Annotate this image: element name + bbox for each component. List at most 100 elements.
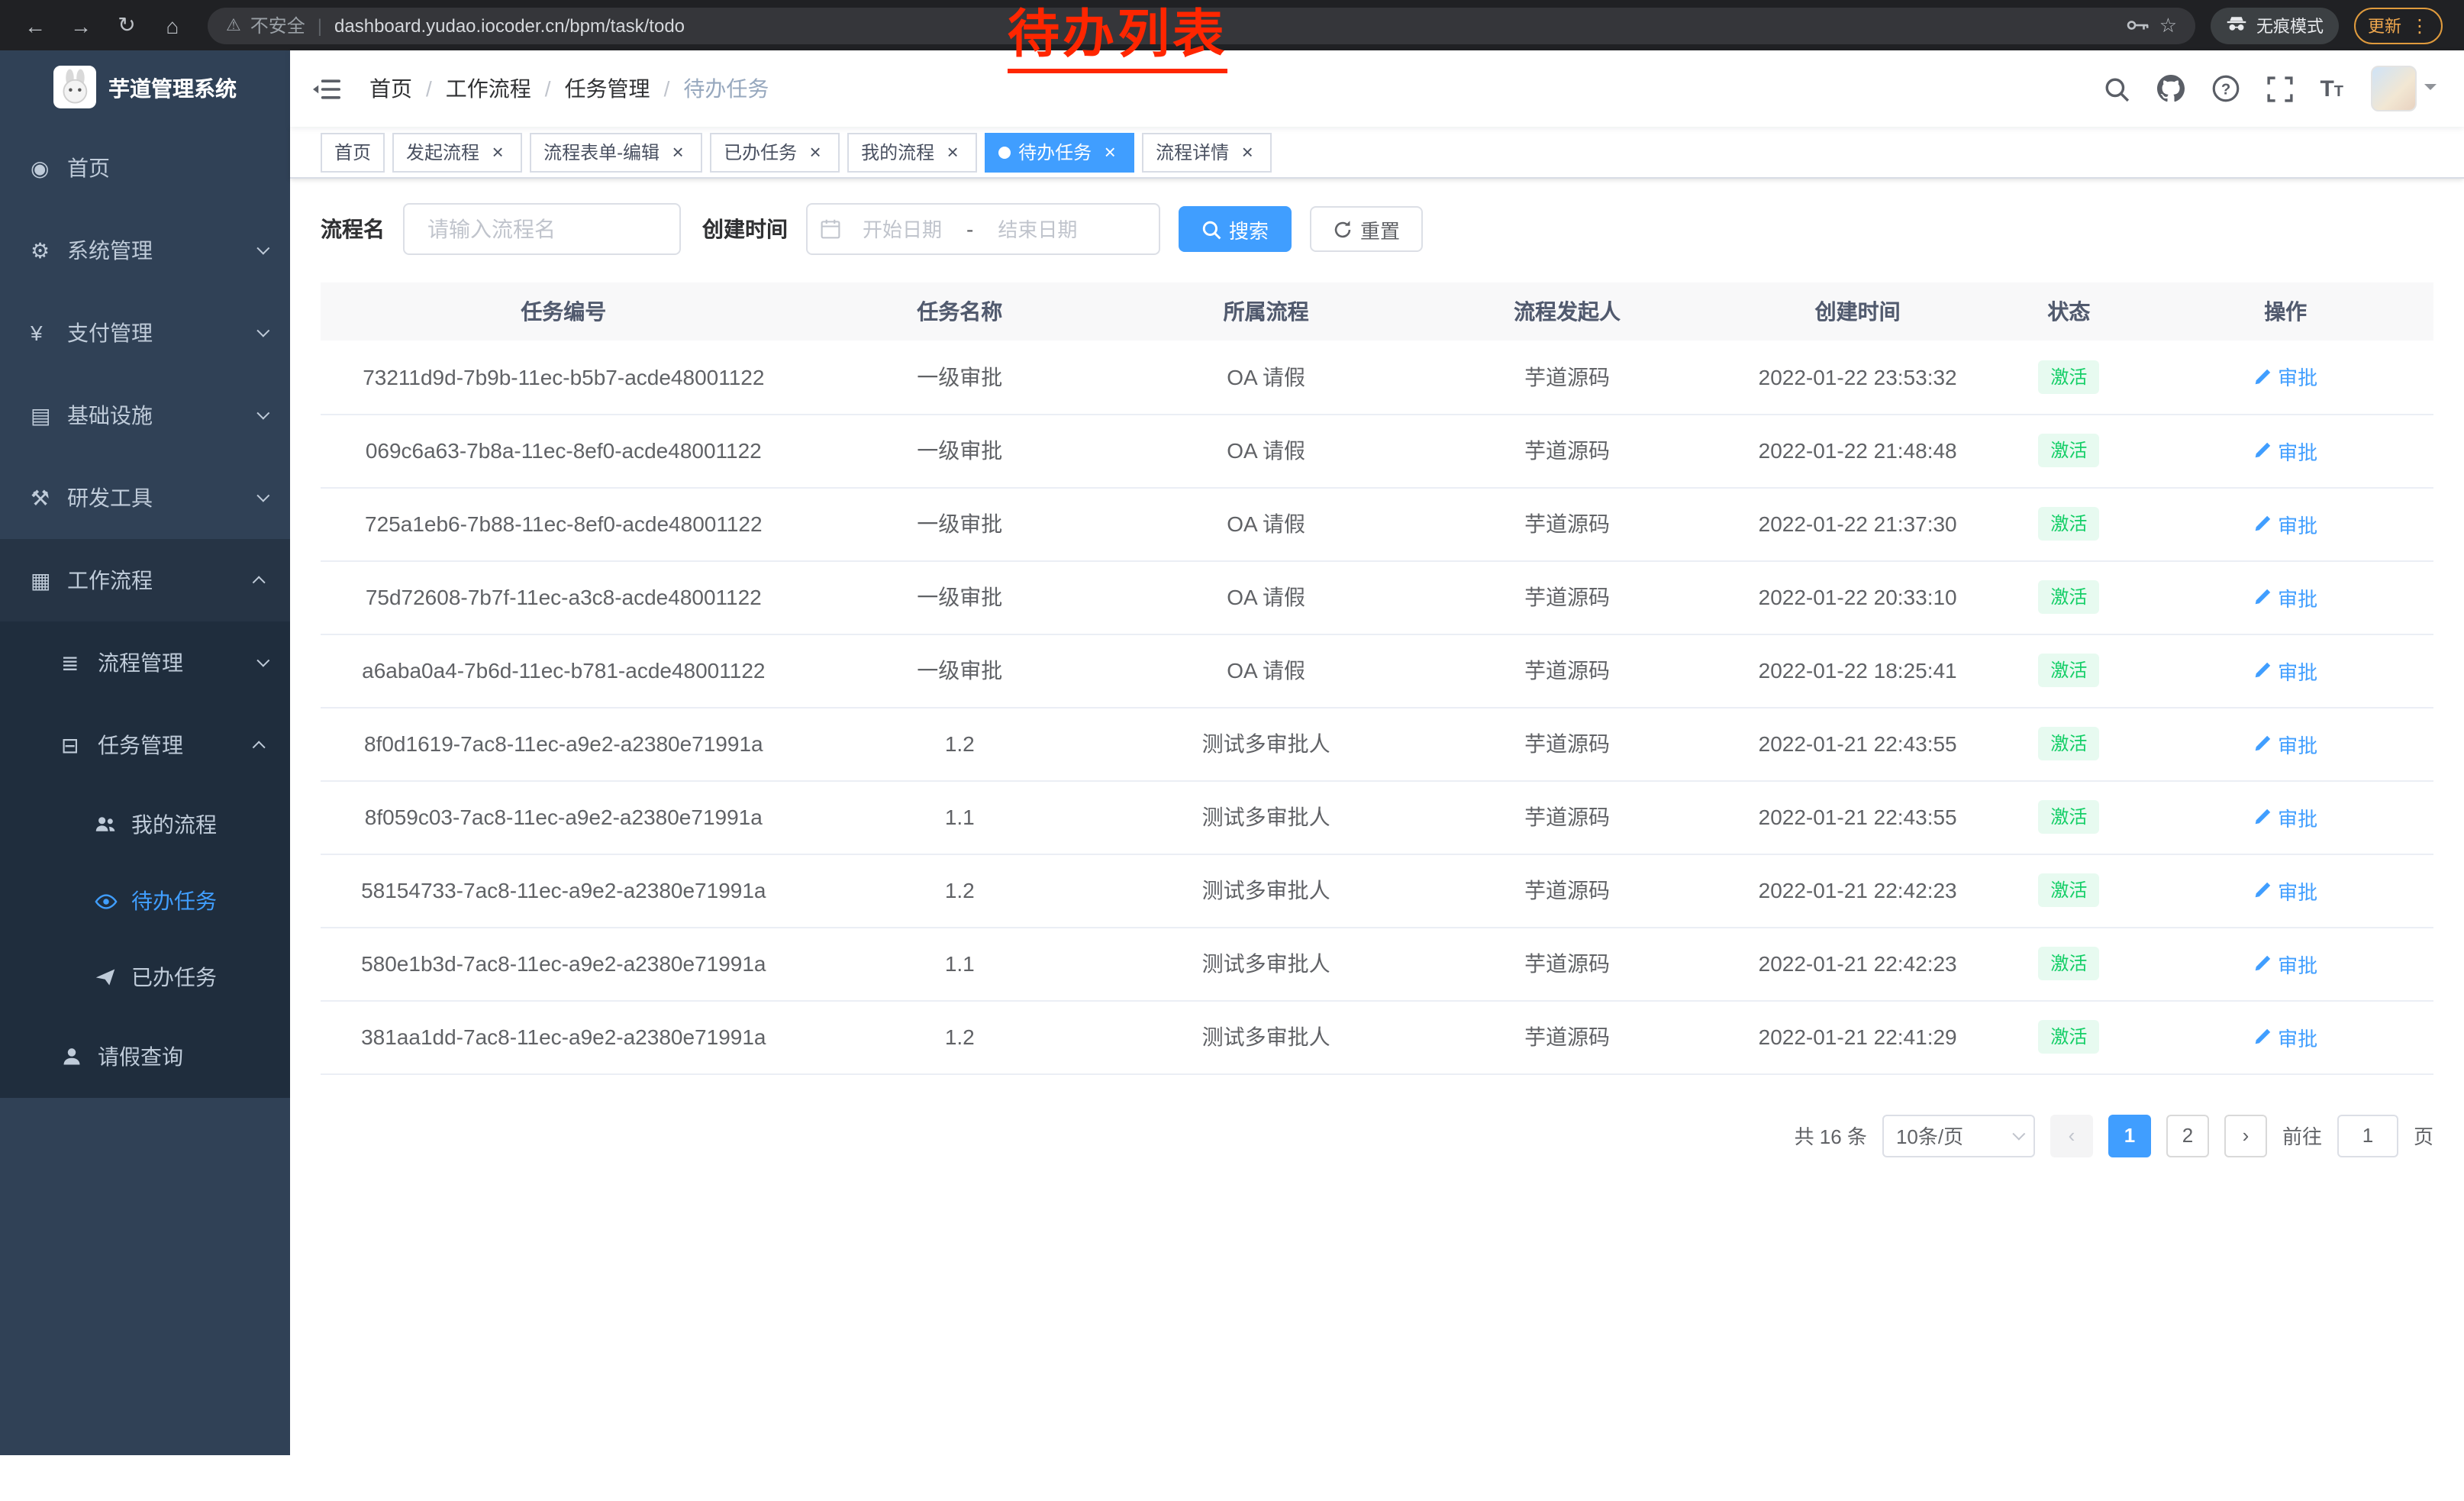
- reset-button[interactable]: 重置: [1310, 206, 1423, 252]
- hamburger-icon[interactable]: [290, 77, 363, 100]
- process-cell: OA 请假: [1113, 487, 1419, 560]
- approve-link[interactable]: 审批: [2253, 1022, 2317, 1051]
- tab-todo-task[interactable]: 待办任务 ×: [985, 132, 1134, 172]
- start-date-input[interactable]: [844, 218, 960, 240]
- chevron-down-icon: [2012, 1127, 2025, 1140]
- status-badge: 激活: [2038, 727, 2099, 760]
- close-icon[interactable]: ×: [1237, 141, 1258, 163]
- sidebar-item-infrastructure[interactable]: ▤ 基础设施: [0, 374, 290, 457]
- tab-start-process[interactable]: 发起流程 ×: [392, 132, 522, 172]
- key-icon[interactable]: [2127, 18, 2150, 32]
- process-name-label: 流程名: [321, 214, 385, 244]
- prev-page-button[interactable]: ‹: [2050, 1114, 2093, 1157]
- filter-bar: 流程名 创建时间 - 搜索: [321, 179, 2433, 282]
- approve-link[interactable]: 审批: [2253, 949, 2317, 978]
- approve-link[interactable]: 审批: [2253, 656, 2317, 685]
- process-name-input[interactable]: [403, 203, 681, 255]
- end-date-input[interactable]: [979, 218, 1095, 240]
- sidebar-item-home[interactable]: ◉ 首页: [0, 127, 290, 209]
- process-cell: OA 请假: [1113, 414, 1419, 487]
- font-size-icon[interactable]: TT: [2320, 77, 2343, 100]
- reset-button-label: 重置: [1360, 215, 1400, 244]
- starter-cell: 芋道源码: [1419, 414, 1715, 487]
- sidebar-item-task-management[interactable]: ⊟ 任务管理: [0, 704, 290, 786]
- task-name-cell: 1.1: [807, 927, 1113, 1000]
- back-icon[interactable]: ←: [15, 5, 55, 45]
- github-icon[interactable]: [2156, 75, 2184, 102]
- page-size-select[interactable]: 10条/页: [1882, 1114, 2035, 1157]
- approve-link-label: 审批: [2278, 729, 2317, 758]
- tags-view: 首页 发起流程 × 流程表单-编辑 × 已办任务 × 我的流程 ×: [290, 127, 2464, 179]
- tab-process-detail[interactable]: 流程详情 ×: [1142, 132, 1272, 172]
- bookmark-star-icon[interactable]: ☆: [2159, 13, 2177, 37]
- search-icon[interactable]: [2103, 76, 2129, 102]
- process-cell: 测试多审批人: [1113, 927, 1419, 1000]
- forward-icon[interactable]: →: [61, 5, 101, 45]
- user-menu[interactable]: [2371, 66, 2437, 111]
- help-icon[interactable]: ?: [2211, 75, 2239, 102]
- main-area: 首页 / 工作流程 / 任务管理 / 待办任务 ?: [290, 50, 2464, 1455]
- sidebar-item-label: 我的流程: [131, 809, 266, 840]
- sidebar-item-todo-task[interactable]: 待办任务: [0, 863, 290, 939]
- devtools-icon: ⚒: [31, 485, 67, 511]
- bottom-strip: [0, 1455, 2464, 1501]
- breadcrumb-home[interactable]: 首页: [369, 73, 412, 104]
- close-icon[interactable]: ×: [942, 141, 963, 163]
- navbar: 首页 / 工作流程 / 任务管理 / 待办任务 ?: [290, 50, 2464, 127]
- breadcrumb-task-management[interactable]: 任务管理: [565, 73, 650, 104]
- tab-my-process[interactable]: 我的流程 ×: [847, 132, 977, 172]
- next-page-button[interactable]: ›: [2224, 1114, 2267, 1157]
- create-time-cell: 2022-01-22 21:37:30: [1715, 487, 2001, 560]
- status-cell: 激活: [2000, 341, 2137, 414]
- sidebar: 芋道管理系统 ◉ 首页 ⚙ 系统管理 ¥ 支付管理 ▤: [0, 50, 290, 1455]
- sidebar-item-devtools[interactable]: ⚒ 研发工具: [0, 457, 290, 539]
- search-button-label: 搜索: [1229, 215, 1269, 244]
- security-label[interactable]: 不安全: [250, 12, 305, 38]
- tab-label: 流程表单-编辑: [543, 139, 660, 165]
- approve-link[interactable]: 审批: [2253, 509, 2317, 538]
- fullscreen-icon[interactable]: [2266, 76, 2292, 102]
- sidebar-item-workflow[interactable]: ▦ 工作流程: [0, 539, 290, 621]
- process-management-icon: ≣: [61, 650, 98, 676]
- sidebar-item-process-management[interactable]: ≣ 流程管理: [0, 621, 290, 704]
- sidebar-item-system[interactable]: ⚙ 系统管理: [0, 209, 290, 292]
- approve-link[interactable]: 审批: [2253, 876, 2317, 905]
- goto-page-input[interactable]: [2337, 1114, 2398, 1157]
- home-icon[interactable]: ⌂: [153, 5, 192, 45]
- approve-link[interactable]: 审批: [2253, 729, 2317, 758]
- page-1-button[interactable]: 1: [2108, 1114, 2151, 1157]
- action-cell: 审批: [2137, 927, 2433, 1000]
- approve-link[interactable]: 审批: [2253, 802, 2317, 831]
- address-bar[interactable]: ⚠ 不安全 | dashboard.yudao.iocoder.cn/bpm/t…: [208, 7, 2195, 44]
- avatar[interactable]: [2371, 66, 2417, 111]
- tab-done-task[interactable]: 已办任务 ×: [710, 132, 840, 172]
- search-button[interactable]: 搜索: [1179, 206, 1292, 252]
- tab-home[interactable]: 首页: [321, 132, 385, 172]
- sidebar-item-done-task[interactable]: 已办任务: [0, 939, 290, 1015]
- total-count: 共 16 条: [1795, 1121, 1867, 1150]
- menu-dots-icon[interactable]: ⋮: [2411, 15, 2429, 36]
- tab-form-edit[interactable]: 流程表单-编辑 ×: [530, 132, 702, 172]
- app-logo[interactable]: 芋道管理系统: [0, 50, 290, 127]
- close-icon[interactable]: ×: [667, 141, 689, 163]
- update-button[interactable]: 更新 ⋮: [2354, 7, 2443, 44]
- approve-link[interactable]: 审批: [2253, 436, 2317, 465]
- close-icon[interactable]: ×: [805, 141, 826, 163]
- approve-link[interactable]: 审批: [2253, 583, 2317, 612]
- reload-icon[interactable]: ↻: [107, 5, 147, 45]
- approve-link-label: 审批: [2278, 802, 2317, 831]
- date-range-picker[interactable]: -: [806, 203, 1160, 255]
- sidebar-item-leave-query[interactable]: 请假查询: [0, 1015, 290, 1098]
- close-icon[interactable]: ×: [1099, 141, 1121, 163]
- omnibox-separator: |: [318, 15, 322, 36]
- task-name-cell: 一级审批: [807, 634, 1113, 707]
- approve-link[interactable]: 审批: [2253, 363, 2317, 392]
- navbar-tools: ? TT: [2103, 66, 2464, 111]
- goto-suffix: 页: [2414, 1121, 2433, 1150]
- page-2-button[interactable]: 2: [2166, 1114, 2209, 1157]
- url-text[interactable]: dashboard.yudao.iocoder.cn/bpm/task/todo: [334, 15, 685, 36]
- sidebar-item-my-process[interactable]: 我的流程: [0, 786, 290, 863]
- breadcrumb-workflow[interactable]: 工作流程: [446, 73, 531, 104]
- sidebar-item-payment[interactable]: ¥ 支付管理: [0, 292, 290, 374]
- close-icon[interactable]: ×: [487, 141, 508, 163]
